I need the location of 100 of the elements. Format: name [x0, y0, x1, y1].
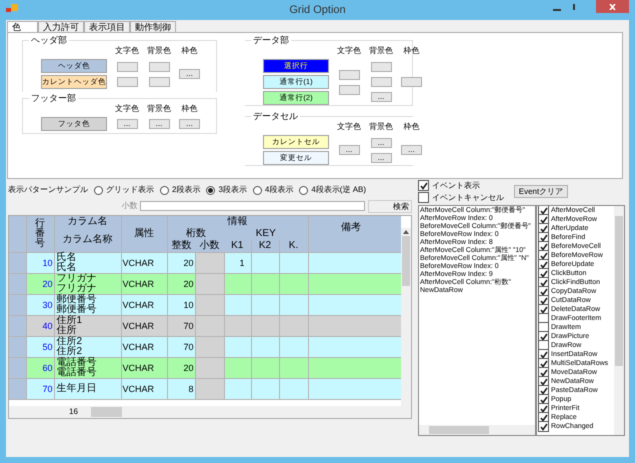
table-cell: VCHAR	[121, 357, 167, 378]
table-cell	[224, 378, 251, 399]
table-cell: VCHAR	[121, 378, 167, 399]
ellipsis-button[interactable]: ...	[370, 152, 392, 162]
group-title: データセル	[251, 110, 300, 122]
table-cell-text: 住所	[56, 326, 78, 336]
radio-label: グリッド表示	[106, 184, 154, 196]
table-cell	[195, 273, 224, 294]
table-cell	[195, 378, 224, 399]
scroll-up-icon[interactable]	[403, 230, 409, 234]
tab[interactable]: 動作制御	[130, 21, 176, 32]
group-title: フッター部	[29, 92, 78, 104]
table-cell-text: 郵便番号	[56, 294, 98, 304]
table-cell-text: 氏名	[56, 262, 78, 272]
check-icon	[540, 332, 548, 340]
table-cell: VCHAR	[121, 294, 167, 315]
color-button[interactable]	[338, 84, 360, 94]
column-heading: 枠色	[182, 45, 198, 57]
column-heading: 文字色	[115, 45, 139, 57]
column-header: 桁数	[167, 228, 224, 240]
color-button[interactable]	[401, 77, 422, 87]
radio-option[interactable]: 2段表示	[160, 184, 200, 196]
column-heading: 文字色	[115, 103, 139, 115]
color-button[interactable]	[148, 62, 170, 72]
row-number-cell: 40	[26, 315, 54, 336]
vertical-scrollbar[interactable]	[401, 228, 411, 406]
tab[interactable]: 入力許可	[38, 21, 84, 32]
tab[interactable]: 色	[7, 21, 38, 32]
color-button[interactable]	[116, 76, 138, 86]
radio-option[interactable]: グリッド表示	[94, 184, 154, 196]
scroll-thumb[interactable]	[91, 407, 122, 417]
table-cell: VCHAR	[121, 315, 167, 336]
radio-button[interactable]	[206, 186, 216, 194]
table-cell	[195, 357, 224, 378]
event-button[interactable]: Eventクリア	[514, 185, 568, 198]
column-heading: 枠色	[404, 45, 420, 57]
column-header: 小数	[195, 240, 224, 252]
scroll-thumb[interactable]	[402, 236, 410, 286]
vertical-scrollbar[interactable]	[614, 206, 624, 435]
row-number-cell: 10	[26, 252, 54, 273]
ellipsis-button[interactable]: ...	[370, 92, 392, 102]
color-button[interactable]	[338, 70, 360, 80]
radio-button[interactable]	[252, 186, 262, 194]
color-button[interactable]	[148, 76, 170, 86]
ellipsis-button[interactable]: ...	[179, 119, 200, 129]
column-heading: 文字色	[337, 45, 361, 57]
ellipsis-button[interactable]: ...	[179, 69, 200, 79]
column-heading: 枠色	[404, 121, 420, 133]
radio-button[interactable]	[94, 186, 103, 194]
table-cell-text: 氏名	[56, 252, 78, 262]
group-title: ヘッダ部	[29, 34, 69, 46]
table-cell: VCHAR	[121, 252, 167, 273]
close-button[interactable]	[596, 0, 629, 13]
grid-row[interactable]: 70 生年月日 VCHAR 8	[9, 378, 401, 399]
ellipsis-button[interactable]: ...	[401, 145, 422, 155]
table-cell: 1	[224, 252, 251, 273]
table-cell-text: 住所2	[56, 346, 84, 356]
checkbox[interactable]	[418, 180, 429, 191]
table-cell: 20	[167, 357, 195, 378]
app-icon	[6, 4, 18, 14]
column-header: K2	[251, 240, 279, 252]
table-cell	[224, 315, 251, 336]
table-cell: VCHAR	[121, 273, 167, 294]
radio-option[interactable]: 3段表示	[206, 184, 247, 196]
column-header: 備考	[308, 216, 401, 240]
ellipsis-button[interactable]: ...	[338, 145, 360, 155]
radio-option[interactable]: 4段表示(逆 AB)	[299, 184, 366, 196]
table-cell-text: フリガナ	[56, 274, 98, 284]
table-cell: VCHAR	[121, 336, 167, 357]
column-header: 属性	[121, 216, 167, 252]
column-heading: 背景色	[369, 121, 393, 133]
radio-option[interactable]: 4段表示	[252, 184, 294, 196]
column-header: カラム名	[54, 216, 121, 228]
table-cell	[224, 336, 251, 357]
ellipsis-button[interactable]: ...	[116, 119, 138, 129]
close-icon	[609, 4, 616, 10]
scroll-thumb[interactable]	[615, 216, 623, 366]
table-cell-text: 電話番号	[56, 358, 98, 368]
column-heading: 背景色	[147, 103, 171, 115]
table-cell	[224, 294, 251, 315]
horizontal-scrollbar[interactable]	[419, 425, 535, 435]
radio-button[interactable]	[299, 186, 308, 194]
checkbox[interactable]	[418, 192, 429, 203]
radio-label: 2段表示	[172, 184, 200, 196]
field-label: 小数	[120, 200, 139, 212]
search-button[interactable]: 検索	[368, 200, 412, 212]
scroll-thumb[interactable]	[429, 426, 489, 434]
ellipsis-button[interactable]: ...	[370, 138, 392, 148]
checkbox[interactable]	[538, 421, 549, 432]
row-number-cell: 60	[26, 357, 54, 378]
text-field[interactable]	[140, 201, 366, 211]
ellipsis-button[interactable]: ...	[148, 119, 170, 129]
column-header: K.	[279, 240, 308, 252]
table-cell-text: 電話番号	[56, 368, 98, 378]
color-button[interactable]	[116, 62, 138, 72]
color-button[interactable]	[370, 77, 392, 87]
radio-button[interactable]	[160, 186, 169, 194]
minimize-icon[interactable]	[553, 7, 561, 11]
color-button[interactable]	[370, 62, 392, 72]
tab[interactable]: 表示項目	[84, 21, 130, 32]
